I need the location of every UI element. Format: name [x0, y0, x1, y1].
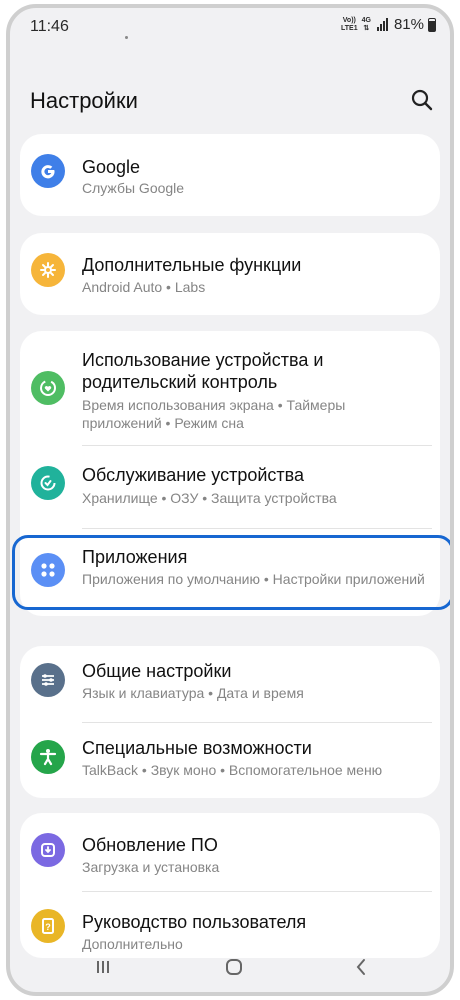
item-title: Обновление ПО	[82, 835, 218, 855]
settings-item-accessibility[interactable]: Специальные возможности TalkBack • Звук …	[20, 723, 440, 798]
settings-item-google[interactable]: Google Службы Google	[20, 134, 440, 216]
settings-item-general-management[interactable]: Общие настройки Язык и клавиатура • Дата…	[20, 646, 440, 722]
google-icon	[31, 154, 65, 188]
volte-indicator: Vo)) LTE1	[341, 16, 358, 32]
item-subtitle: Время использования экрана • Таймеры при…	[82, 397, 346, 431]
update-icon	[31, 833, 65, 867]
item-title: Руководство пользователя	[82, 912, 307, 932]
status-bar: 11:46 Vo)) LTE1 4G ⇅ 81%	[10, 8, 450, 48]
recent-apps-button[interactable]	[90, 954, 116, 980]
item-title: Специальные возможности	[82, 738, 312, 758]
settings-card-software: Обновление ПО Загрузка и установка ? Рук…	[20, 813, 440, 958]
sliders-icon	[31, 663, 65, 697]
settings-item-device-care[interactable]: Обслуживание устройства Хранилище • ОЗУ …	[20, 446, 440, 528]
settings-item-software-update[interactable]: Обновление ПО Загрузка и установка	[20, 813, 440, 891]
home-icon	[226, 959, 242, 975]
battery-percent: 81%	[393, 16, 424, 33]
item-subtitle: TalkBack • Звук моно • Вспомогательное м…	[82, 762, 383, 778]
search-button[interactable]	[408, 86, 436, 114]
svg-text:?: ?	[45, 922, 51, 932]
recent-apps-icon	[97, 961, 109, 973]
settings-card-google: Google Службы Google	[20, 134, 440, 216]
settings-card-advanced: Дополнительные функции Android Auto • La…	[20, 233, 440, 315]
item-title: Общие настройки	[82, 661, 232, 681]
network-type-indicator: 4G ⇅	[361, 16, 371, 32]
item-title: Google	[82, 157, 141, 177]
refresh-circle-icon	[31, 466, 65, 500]
home-button[interactable]	[221, 954, 247, 980]
signal-icon	[376, 18, 388, 31]
item-subtitle: Загрузка и установка	[82, 859, 220, 875]
item-title: Дополнительные функции	[82, 255, 302, 275]
item-subtitle: Язык и клавиатура • Дата и время	[82, 685, 304, 701]
search-icon	[411, 89, 433, 111]
item-subtitle: Хранилище • ОЗУ • Защита устройства	[82, 490, 337, 506]
battery-icon	[428, 17, 436, 32]
item-subtitle: Android Auto • Labs	[82, 279, 206, 295]
manual-icon: ?	[31, 909, 65, 943]
settings-item-advanced-features[interactable]: Дополнительные функции Android Auto • La…	[20, 233, 440, 315]
item-title: Использование устройства и родительский …	[82, 350, 324, 392]
status-time: 11:46	[30, 18, 69, 35]
heart-circle-icon	[31, 371, 65, 405]
phone-screen: 11:46 Vo)) LTE1 4G ⇅ 81% Настройки Googl…	[6, 4, 454, 996]
notification-dot	[125, 36, 128, 39]
item-subtitle: Службы Google	[82, 180, 185, 196]
highlight-outline	[12, 535, 450, 610]
settings-item-digital-wellbeing[interactable]: Использование устройства и родительский …	[20, 331, 440, 445]
status-icons: Vo)) LTE1 4G ⇅ 81%	[341, 16, 436, 33]
back-icon	[356, 959, 365, 975]
accessibility-icon	[31, 740, 65, 774]
navigation-bar	[10, 942, 450, 992]
puzzle-icon	[31, 253, 65, 287]
page-title: Настройки	[30, 88, 138, 113]
item-title: Обслуживание устройства	[82, 465, 305, 485]
settings-card-general: Общие настройки Язык и клавиатура • Дата…	[20, 646, 440, 798]
back-button[interactable]	[348, 954, 374, 980]
